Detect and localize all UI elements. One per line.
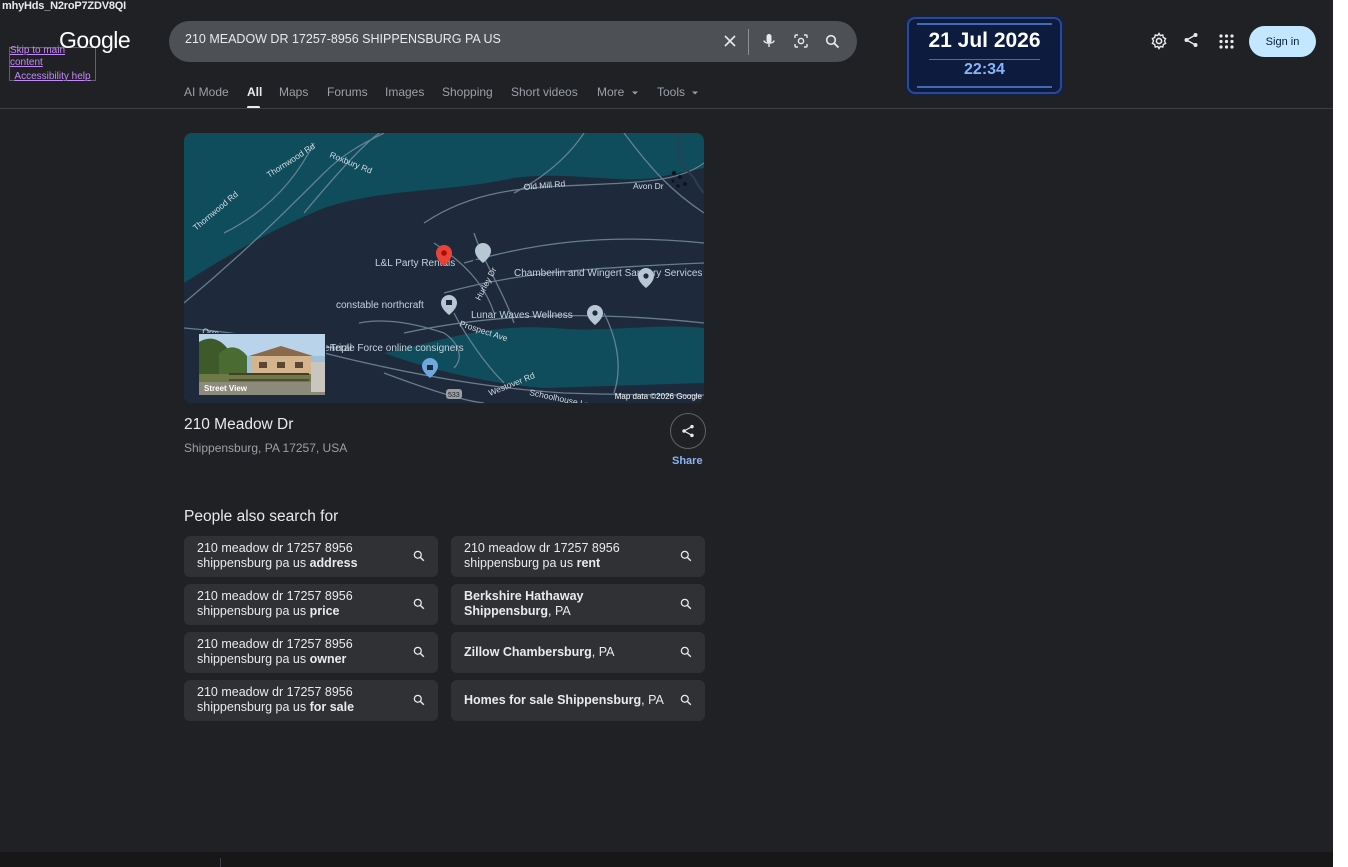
related-search-chip[interactable]: Homes for sale Shippensburg, PA bbox=[451, 680, 705, 721]
related-search-chip[interactable]: 210 meadow dr 17257 8956 shippensburg pa… bbox=[184, 632, 438, 673]
street-view-thumbnail[interactable]: Street View bbox=[198, 333, 326, 396]
caret-down-icon bbox=[692, 91, 699, 95]
tab-all[interactable]: All bbox=[247, 85, 262, 99]
footer-bar bbox=[0, 852, 1333, 867]
chip-text: Berkshire Hathaway Shippensburg, PA bbox=[464, 589, 584, 618]
apps-grid-icon[interactable] bbox=[1216, 31, 1236, 51]
search-icon bbox=[679, 645, 693, 659]
tab-images[interactable]: Images bbox=[385, 85, 424, 99]
tab-forums[interactable]: Forums bbox=[327, 85, 368, 99]
search-icon bbox=[412, 693, 426, 707]
poi-label: constable northcraft bbox=[336, 300, 424, 311]
share-label[interactable]: Share bbox=[672, 455, 703, 467]
footer-divider bbox=[220, 858, 221, 867]
search-icon bbox=[412, 549, 426, 563]
sign-in-button[interactable]: Sign in bbox=[1249, 26, 1316, 57]
gear-icon[interactable] bbox=[1149, 31, 1169, 51]
chip-text: 210 meadow dr 17257 8956 shippensburg pa… bbox=[197, 589, 353, 618]
clock-time: 22:34 bbox=[964, 61, 1005, 78]
related-search-chip[interactable]: 210 meadow dr 17257 8956 shippensburg pa… bbox=[184, 680, 438, 721]
header-divider bbox=[0, 108, 1333, 109]
chip-text: 210 meadow dr 17257 8956 shippensburg pa… bbox=[464, 541, 620, 570]
search-icon[interactable] bbox=[822, 31, 842, 51]
microphone-icon[interactable] bbox=[759, 31, 779, 51]
place-address: Shippensburg, PA 17257, USA bbox=[184, 441, 348, 455]
share-icon[interactable] bbox=[1181, 30, 1201, 50]
search-input[interactable]: 210 MEADOW DR 17257-8956 SHIPPENSBURG PA… bbox=[185, 32, 501, 46]
map-road-label: Avon Dr bbox=[633, 181, 664, 191]
poi-label: eneral bbox=[324, 343, 352, 354]
related-search-chip[interactable]: 210 meadow dr 17257 8956 shippensburg pa… bbox=[451, 536, 705, 577]
tab-tools-label: Tools bbox=[657, 85, 686, 99]
viewport-edge bbox=[1333, 0, 1348, 867]
accessibility-help-link[interactable]: Accessibility help bbox=[14, 71, 90, 83]
share-button[interactable] bbox=[670, 413, 706, 449]
search-icon bbox=[679, 549, 693, 563]
related-search-chip[interactable]: 210 meadow dr 17257 8956 shippensburg pa… bbox=[184, 584, 438, 625]
clock-bottom-line bbox=[917, 86, 1052, 88]
clock-separator bbox=[929, 59, 1040, 60]
people-also-search-title: People also search for bbox=[184, 508, 339, 525]
place-title: 210 Meadow Dr bbox=[184, 416, 294, 433]
share-icon bbox=[682, 424, 694, 438]
related-search-chip[interactable]: Berkshire Hathaway Shippensburg, PA bbox=[451, 584, 705, 625]
highway-number: 533 bbox=[448, 392, 460, 399]
tab-shopping[interactable]: Shopping bbox=[442, 85, 493, 99]
location-map[interactable]: Roxbury Rd Thornwood Rd Thornwood Rd Old… bbox=[184, 133, 704, 403]
clock-date: 21 Jul 2026 bbox=[928, 29, 1041, 52]
poi-label: Chamberlin and Wingert Sanitary Services bbox=[514, 268, 702, 279]
chip-text: Homes for sale Shippensburg, PA bbox=[464, 693, 664, 707]
tab-short-videos[interactable]: Short videos bbox=[511, 85, 578, 99]
close-icon[interactable] bbox=[720, 31, 740, 51]
clock-widget: 21 Jul 2026 22:34 bbox=[907, 17, 1062, 94]
window-title-overlay: mhyHds_N2roP7ZDV8QI bbox=[2, 0, 126, 12]
map-credit: Map data ©2026 Google bbox=[614, 392, 702, 401]
search-icon bbox=[412, 597, 426, 611]
lens-icon[interactable] bbox=[791, 31, 811, 51]
street-view-label: Street View bbox=[204, 384, 247, 393]
search-icon bbox=[679, 693, 693, 707]
tab-ai-mode[interactable]: AI Mode bbox=[184, 85, 229, 99]
chip-text: 210 meadow dr 17257 8956 shippensburg pa… bbox=[197, 685, 355, 714]
search-icon bbox=[412, 645, 426, 659]
search-divider bbox=[748, 29, 749, 55]
tab-more[interactable]: More bbox=[597, 85, 639, 99]
caret-down-icon bbox=[631, 91, 638, 95]
related-search-chip[interactable]: Zillow Chambersburg, PA bbox=[451, 632, 705, 673]
google-logo[interactable]: Google bbox=[59, 27, 131, 54]
chip-text: 210 meadow dr 17257 8956 shippensburg pa… bbox=[197, 637, 353, 666]
search-box[interactable]: 210 MEADOW DR 17257-8956 SHIPPENSBURG PA… bbox=[169, 21, 857, 62]
search-results-page: mhyHds_N2roP7ZDV8QI Skip to main content… bbox=[0, 0, 1333, 867]
related-search-chip[interactable]: 210 meadow dr 17257 8956 shippensburg pa… bbox=[184, 536, 438, 577]
tab-maps[interactable]: Maps bbox=[279, 85, 308, 99]
tab-tools[interactable]: Tools bbox=[657, 85, 699, 99]
highway-shield: 533 bbox=[446, 389, 462, 399]
clock-top-line bbox=[917, 23, 1052, 25]
chip-text: 210 meadow dr 17257 8956 shippensburg pa… bbox=[197, 541, 358, 570]
tab-more-label: More bbox=[597, 85, 625, 99]
chip-text: Zillow Chambersburg, PA bbox=[464, 645, 615, 659]
search-icon bbox=[679, 597, 693, 611]
poi-label: Lunar Waves Wellness bbox=[471, 310, 573, 321]
